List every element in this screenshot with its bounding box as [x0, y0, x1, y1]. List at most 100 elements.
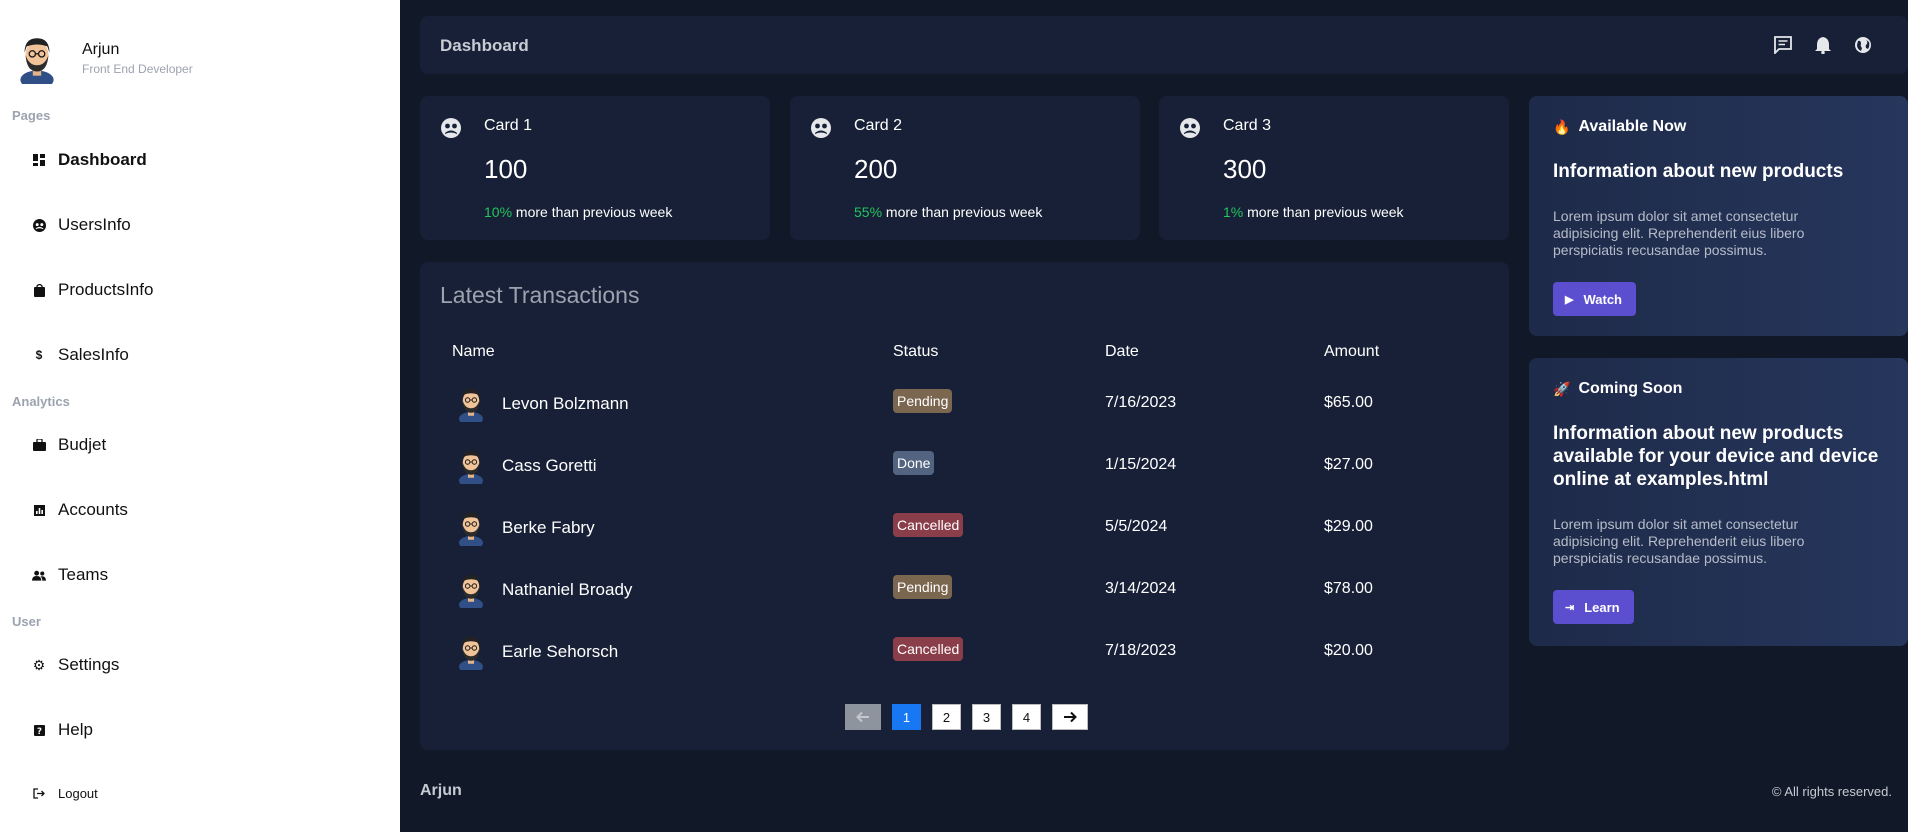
sidebar-item-label: UsersInfo [58, 215, 131, 234]
column-header-date: Date [1105, 343, 1139, 360]
status-badge: Pending [893, 575, 953, 599]
promo-title: Information about new products available… [1553, 423, 1879, 490]
card-note-text: more than previous week [882, 204, 1043, 220]
promo-card-coming-soon: 🚀 Coming Soon Information about new prod… [1529, 358, 1908, 646]
card-value: 200 [854, 154, 898, 184]
status-badge: Pending [893, 389, 953, 413]
sidebar-item-productsinfo[interactable]: ProductsInfo [32, 278, 153, 302]
customer-name: Levon Bolzmann [502, 394, 629, 413]
message-icon[interactable] [1774, 36, 1792, 54]
transactions-title: Latest Transactions [440, 282, 640, 308]
sidebar-item-label: Settings [58, 655, 120, 674]
fire-icon: 🔥 [1553, 118, 1571, 135]
team-icon [32, 568, 46, 582]
users-icon [441, 118, 461, 138]
prev-page-button[interactable] [845, 704, 881, 730]
watch-button[interactable]: ▶ Watch [1553, 282, 1636, 316]
column-header-name: Name [452, 343, 495, 360]
customer-name: Nathaniel Broady [502, 580, 633, 599]
table-row: Levon Bolzmann Pending 7/16/2023 $65.00 [420, 382, 1509, 426]
card-percent: 55% [854, 204, 883, 220]
sidebar-item-settings[interactable]: ⚙ Settings [32, 653, 120, 677]
card-value: 100 [484, 154, 528, 184]
customer-name: Earle Sehorsch [502, 642, 619, 661]
section-label-pages: Pages [12, 108, 51, 123]
sidebar-item-salesinfo[interactable]: $ SalesInfo [32, 343, 129, 367]
section-label-user: User [12, 614, 41, 629]
page-button-3[interactable]: 3 [972, 704, 1001, 730]
sidebar-item-label: Help [58, 720, 93, 739]
transaction-date: 7/18/2023 [1105, 642, 1177, 659]
sidebar-item-usersinfo[interactable]: UsersInfo [32, 213, 131, 237]
avatar [456, 570, 486, 608]
table-row: Cass Goretti Done 1/15/2024 $27.00 [420, 444, 1509, 488]
button-label: Watch [1583, 291, 1622, 307]
promo-title: Information about new products [1553, 161, 1844, 182]
transaction-amount: $29.00 [1324, 518, 1373, 535]
stat-card-2: Card 2 200 55% more than previous week [790, 96, 1140, 240]
table-row: Berke Fabry Cancelled 5/5/2024 $29.00 [420, 506, 1509, 550]
login-arrow-icon: ⇥ [1565, 601, 1575, 614]
stat-card-3: Card 3 300 1% more than previous week [1159, 96, 1509, 240]
card-title: Card 1 [484, 117, 533, 134]
page-button-4[interactable]: 4 [1012, 704, 1041, 730]
transaction-date: 7/16/2023 [1105, 394, 1177, 411]
page-button-1[interactable]: 1 [892, 704, 921, 730]
sidebar-item-budjet[interactable]: Budjet [32, 433, 106, 457]
stat-card-1: Card 1 100 10% more than previous week [420, 96, 770, 240]
gear-icon: ⚙ [32, 656, 46, 673]
card-note-text: more than previous week [512, 204, 673, 220]
transaction-date: 5/5/2024 [1105, 518, 1168, 535]
button-label: Learn [1584, 599, 1620, 615]
avatar [456, 384, 486, 422]
next-page-button[interactable] [1052, 704, 1088, 730]
briefcase-icon [32, 438, 46, 452]
status-badge: Cancelled [893, 513, 964, 537]
sidebar-item-label: Dashboard [58, 150, 147, 169]
status-badge: Cancelled [893, 637, 964, 661]
page-button-2[interactable]: 2 [932, 704, 961, 730]
transaction-amount: $78.00 [1324, 580, 1373, 597]
profile-name: Arjun [82, 40, 120, 58]
avatar [456, 508, 486, 546]
help-icon: ? [32, 723, 46, 737]
shopping-bag-icon [32, 283, 46, 297]
play-icon: ▶ [1565, 293, 1574, 306]
sidebar-item-accounts[interactable]: Accounts [32, 498, 128, 522]
promo-heading: Available Now [1578, 118, 1687, 135]
top-bar: Dashboard [420, 16, 1908, 74]
promo-text: Lorem ipsum dolor sit amet consectetur a… [1553, 516, 1805, 566]
users-icon [811, 118, 831, 138]
card-title: Card 3 [1223, 117, 1272, 134]
sidebar-item-label: SalesInfo [58, 345, 129, 364]
logout-icon [32, 786, 46, 800]
dashboard-icon [32, 153, 46, 167]
transaction-date: 1/15/2024 [1105, 456, 1177, 473]
promo-heading: Coming Soon [1578, 380, 1683, 397]
customer-name: Cass Goretti [502, 456, 597, 475]
users-icon [32, 218, 46, 232]
globe-icon[interactable] [1854, 36, 1872, 54]
sidebar-item-help[interactable]: ? Help [32, 718, 93, 742]
sidebar-item-dashboard[interactable]: Dashboard [32, 148, 147, 172]
bell-icon[interactable] [1814, 36, 1832, 54]
profile-role: Front End Developer [82, 61, 193, 76]
card-note: 1% more than previous week [1223, 204, 1404, 220]
transactions-panel: Latest Transactions Name Status Date Amo… [420, 262, 1509, 750]
footer-brand: Arjun [420, 782, 462, 799]
card-percent: 1% [1223, 204, 1244, 220]
chart-icon [32, 503, 46, 517]
sidebar-item-label: Teams [58, 565, 109, 584]
footer-copyright: © All rights reserved. [1771, 784, 1892, 799]
table-row: Earle Sehorsch Cancelled 7/18/2023 $20.0… [420, 630, 1509, 674]
sidebar-item-teams[interactable]: Teams [32, 563, 108, 587]
sidebar-item-logout[interactable]: Logout [32, 781, 98, 805]
sidebar-item-label: Budjet [58, 435, 107, 454]
learn-button[interactable]: ⇥ Learn [1553, 590, 1634, 624]
transaction-amount: $20.00 [1324, 642, 1373, 659]
profile: Arjun Front End Developer [16, 32, 193, 84]
transaction-date: 3/14/2024 [1105, 580, 1177, 597]
sidebar-item-label: Logout [58, 785, 98, 801]
svg-text:?: ? [37, 726, 42, 735]
pagination: 1 2 3 4 [845, 704, 1088, 730]
